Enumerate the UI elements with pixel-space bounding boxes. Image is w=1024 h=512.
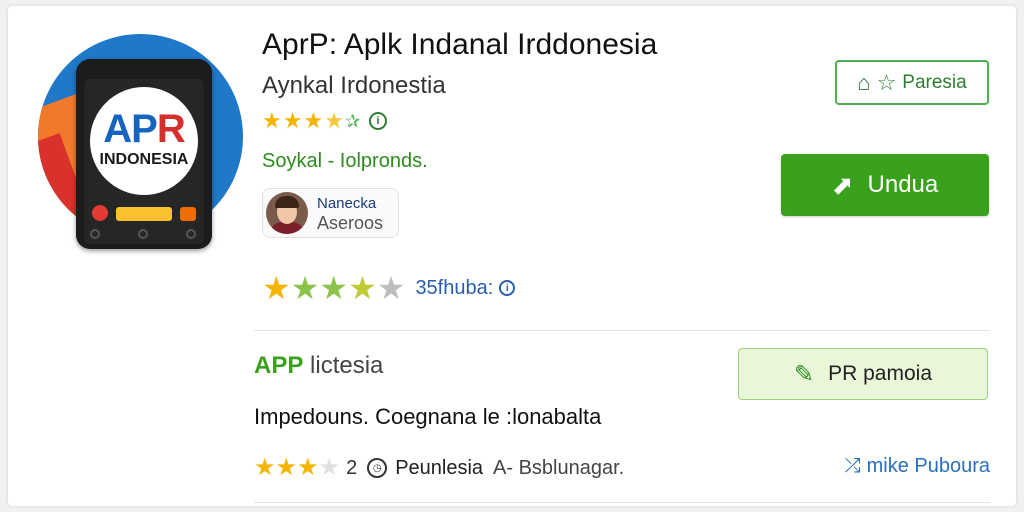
- review-count: 2: [346, 456, 358, 479]
- phone-graphic-red: [92, 205, 108, 221]
- phone-illustration: APR INDONESIA: [76, 59, 212, 249]
- app-description: Impedouns. Coegnana le :lonabalta: [254, 404, 602, 429]
- divider: [254, 502, 990, 503]
- phone-nav-buttons: [90, 229, 198, 241]
- secondary-button-label: PR pamoia: [828, 362, 932, 385]
- star-icon: ★: [275, 454, 298, 481]
- meta-extra: A- Bsblunagar.: [493, 456, 625, 479]
- wishlist-button-label: Paresia: [902, 71, 967, 93]
- section-brand: APP: [254, 352, 303, 379]
- link-icon: ⤮: [844, 455, 861, 477]
- star-icon: ★: [290, 270, 320, 306]
- avatar: [266, 192, 308, 234]
- app-subtitle: Aynkal Irdonestia: [262, 72, 446, 99]
- home-icon: ⌂: [857, 69, 871, 95]
- star-icon: ★: [282, 108, 303, 133]
- app-logo: APR INDONESIA: [90, 87, 198, 195]
- section-title: APP lictesia: [254, 352, 383, 380]
- meta-label: Peunlesia: [395, 456, 484, 479]
- app-title: AprP: Aplk Indanal Irddonesia: [262, 28, 658, 61]
- top-star-rating: ★ ★ ★ ★ ✰ i: [262, 108, 388, 133]
- phone-nav-dot: [90, 229, 100, 239]
- star-half-icon: ★: [324, 108, 344, 133]
- edit-icon: ✎: [794, 360, 815, 388]
- download-button[interactable]: ⬈ Undua: [781, 154, 989, 216]
- star-icon: ★: [319, 270, 349, 306]
- star-icon: ☆: [876, 69, 897, 95]
- app-icon-artwork: APR INDONESIA: [38, 34, 250, 252]
- more-link[interactable]: ⤮ mike Puboura: [845, 455, 990, 478]
- download-button-label: Undua: [867, 171, 939, 198]
- info-icon[interactable]: i: [499, 280, 516, 296]
- star-icon: ★: [297, 454, 319, 481]
- developer-subtitle: Aseroos: [317, 213, 384, 233]
- divider: [254, 330, 990, 331]
- developer-name: Nanecka: [317, 195, 377, 212]
- secondary-action-button[interactable]: ✎ PR pamoia: [738, 348, 988, 400]
- section-brand-text: APP: [254, 352, 304, 379]
- star-icon: ★: [262, 108, 282, 133]
- star-icon: ★: [262, 270, 291, 306]
- more-link-label: mike Puboura: [866, 455, 990, 477]
- app-logo-subtext: INDONESIA: [99, 151, 189, 168]
- app-listing-card: APR INDONESIA AprP: Aplk Indanal Irddone…: [8, 6, 1016, 506]
- star-icon: ★: [254, 454, 276, 481]
- star-outline-icon: ✰: [344, 111, 361, 131]
- phone-screen: APR INDONESIA: [84, 79, 204, 244]
- rating-summary: ★ ★ ★ ★ ★ 35fhuba: i: [262, 270, 516, 306]
- star-icon: ★: [348, 270, 377, 306]
- phone-nav-dot: [138, 229, 148, 239]
- section-title-text: lictesia: [310, 352, 384, 379]
- share-icon: ⬈: [831, 169, 854, 200]
- star-icon: ★: [303, 108, 324, 133]
- app-category[interactable]: Soykal - Iolpronds.: [262, 150, 428, 173]
- star-empty-icon: ★: [376, 270, 406, 306]
- clock-icon: ◷: [367, 458, 388, 478]
- rating-count-text: 35fhuba:: [415, 276, 494, 299]
- phone-graphic-orange: [180, 207, 196, 221]
- developer-chip[interactable]: Nanecka Aseroos: [262, 188, 399, 238]
- info-icon[interactable]: i: [369, 112, 388, 130]
- bottom-meta-row: ★ ★ ★ ★ 2 ◷ Peunlesia A- Bsblunagar. ⤮ mi…: [254, 452, 990, 484]
- phone-graphic-yellow: [116, 207, 172, 221]
- wishlist-button[interactable]: ⌂ ☆ Paresia: [835, 60, 989, 105]
- star-empty-icon: ★: [318, 454, 341, 481]
- app-logo-text: APR: [103, 107, 185, 151]
- phone-nav-dot: [186, 229, 196, 239]
